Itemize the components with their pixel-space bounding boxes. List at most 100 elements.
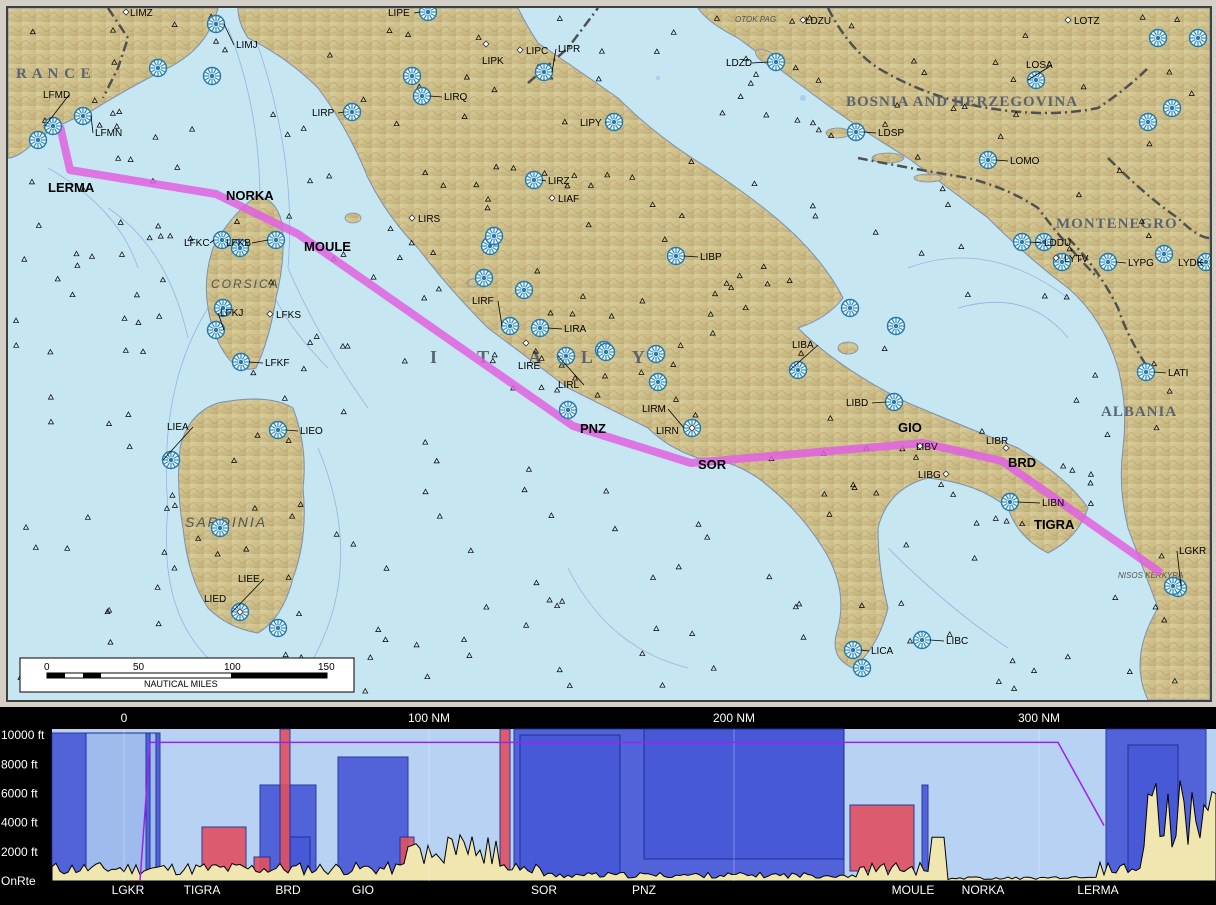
airport-label[interactable]: LIEA (167, 422, 189, 433)
airport-icon[interactable] (1188, 28, 1208, 48)
airport-icon[interactable] (514, 280, 534, 300)
airport-icon[interactable] (558, 400, 578, 420)
vertical-profile[interactable]: 10000 ft 8000 ft 6000 ft 4000 ft 2000 ft OnRt… (0, 707, 1216, 905)
airspace-block[interactable] (921, 784, 929, 882)
airspace-block[interactable] (279, 728, 291, 882)
airport-icon[interactable] (342, 102, 362, 122)
airport-label[interactable]: LIPE (388, 8, 410, 19)
airport-label[interactable]: LFKS (276, 310, 301, 321)
airport-label[interactable]: LDSP (878, 128, 904, 139)
airport-icon[interactable] (210, 518, 230, 538)
airport-icon[interactable] (1148, 28, 1168, 48)
airport-label[interactable]: LFMN (95, 128, 122, 139)
airport-icon[interactable] (268, 420, 288, 440)
airspace-block[interactable] (849, 804, 915, 872)
airport-icon[interactable] (402, 66, 422, 86)
airport-label[interactable]: LOMO (1010, 156, 1040, 167)
airport-icon[interactable] (268, 618, 288, 638)
airspace-block[interactable] (519, 734, 621, 882)
airport-icon[interactable] (231, 352, 251, 372)
airport-label[interactable]: LIRL (558, 380, 580, 391)
airport-icon[interactable] (1026, 70, 1046, 90)
airport-label[interactable]: LIRS (418, 214, 441, 225)
airport-label[interactable]: LYDK (1178, 258, 1204, 269)
airport-label[interactable]: LIEO (300, 426, 323, 437)
airport-label[interactable]: LIPY (580, 118, 602, 129)
airport-icon[interactable] (534, 62, 554, 82)
airport-icon[interactable] (418, 8, 438, 22)
airport-icon[interactable] (840, 298, 860, 318)
airport-icon[interactable] (161, 450, 181, 470)
map-view[interactable]: BOSNIA AND HERZEGOVINA MONTENEGRO ALBANI… (6, 6, 1212, 702)
airport-icon[interactable] (412, 86, 432, 106)
airport-label[interactable]: LFKF (265, 358, 289, 369)
waypoint-tigra[interactable]: TIGRA (1034, 517, 1075, 532)
airport-label[interactable]: LYTV (1064, 254, 1089, 265)
airport-label[interactable]: LIAF (558, 194, 579, 205)
airport-icon[interactable] (28, 130, 48, 150)
waypoint-pnz[interactable]: PNZ (580, 421, 606, 436)
airport-icon[interactable] (846, 122, 866, 142)
airport-icon[interactable] (912, 630, 932, 650)
airport-label[interactable]: LIBP (700, 252, 722, 263)
airport-icon[interactable] (1163, 576, 1183, 596)
airport-label[interactable]: LOTZ (1074, 16, 1100, 27)
airport-icon[interactable] (500, 316, 520, 336)
airport-label[interactable]: LIRE (518, 361, 541, 372)
airport-label[interactable]: LICA (871, 646, 894, 657)
airport-icon[interactable] (524, 170, 544, 190)
airport-icon[interactable] (886, 316, 906, 336)
airport-label[interactable]: LFKC (184, 238, 210, 249)
airport-label[interactable]: LGKR (1179, 546, 1206, 557)
airport-label[interactable]: LIBV (916, 442, 938, 453)
airport-icon[interactable] (852, 658, 872, 678)
airport-label[interactable]: LATI (1168, 368, 1188, 379)
airport-icon[interactable] (978, 150, 998, 170)
waypoint-sor[interactable]: SOR (698, 457, 727, 472)
airport-icon[interactable] (148, 58, 168, 78)
airport-label[interactable]: LIEE (238, 574, 260, 585)
airport-icon[interactable] (530, 318, 550, 338)
airport-label[interactable]: LIRA (564, 324, 587, 335)
airport-icon[interactable] (843, 640, 863, 660)
airport-label[interactable]: LYPG (1128, 258, 1154, 269)
airport-icon[interactable] (884, 392, 904, 412)
airport-label[interactable]: LFKB (226, 238, 251, 249)
airspace-block[interactable] (499, 728, 511, 882)
airport-icon[interactable] (73, 106, 93, 126)
airport-label[interactable]: LIBA (792, 340, 814, 351)
airport-label[interactable]: LDDU (1044, 238, 1071, 249)
airport-label[interactable]: LIPR (558, 44, 580, 55)
airport-icon[interactable] (648, 372, 668, 392)
airport-label[interactable]: LFMD (43, 90, 70, 101)
airport-icon[interactable] (1154, 244, 1174, 264)
airport-label[interactable]: LIBG (918, 470, 941, 481)
airport-label[interactable]: LIED (204, 594, 226, 605)
airport-label[interactable]: LIRP (312, 108, 335, 119)
waypoint-gio[interactable]: GIO (898, 420, 922, 435)
airport-label[interactable]: LIRQ (444, 92, 468, 103)
airport-label[interactable]: LIBR (986, 436, 1008, 447)
airport-icon[interactable] (646, 344, 666, 364)
waypoint-moule[interactable]: MOULE (304, 239, 351, 254)
airport-label[interactable]: LIRZ (548, 176, 570, 187)
airport-icon[interactable] (1012, 232, 1032, 252)
airport-icon[interactable] (596, 342, 616, 362)
airspace-block[interactable] (643, 728, 845, 860)
airport-icon[interactable] (1098, 252, 1118, 272)
airport-icon[interactable] (766, 52, 786, 72)
waypoint-norka[interactable]: NORKA (226, 188, 274, 203)
airport-label[interactable]: LDZD (726, 58, 752, 69)
airport-label[interactable]: LIBD (846, 398, 868, 409)
airport-label[interactable]: LIBN (1042, 498, 1064, 509)
airport-icon[interactable] (474, 268, 494, 288)
airport-label[interactable]: LIPC (526, 46, 548, 57)
waypoint-lerma[interactable]: LERMA (48, 180, 95, 195)
airport-label[interactable]: LIPK (482, 56, 504, 67)
airport-icon[interactable] (556, 346, 576, 366)
airport-icon[interactable] (202, 66, 222, 86)
airport-icon[interactable] (266, 230, 286, 250)
airport-icon[interactable] (206, 14, 226, 34)
airport-label[interactable]: LFKJ (220, 308, 243, 319)
chart-map[interactable]: BOSNIA AND HERZEGOVINA MONTENEGRO ALBANI… (8, 8, 1210, 700)
